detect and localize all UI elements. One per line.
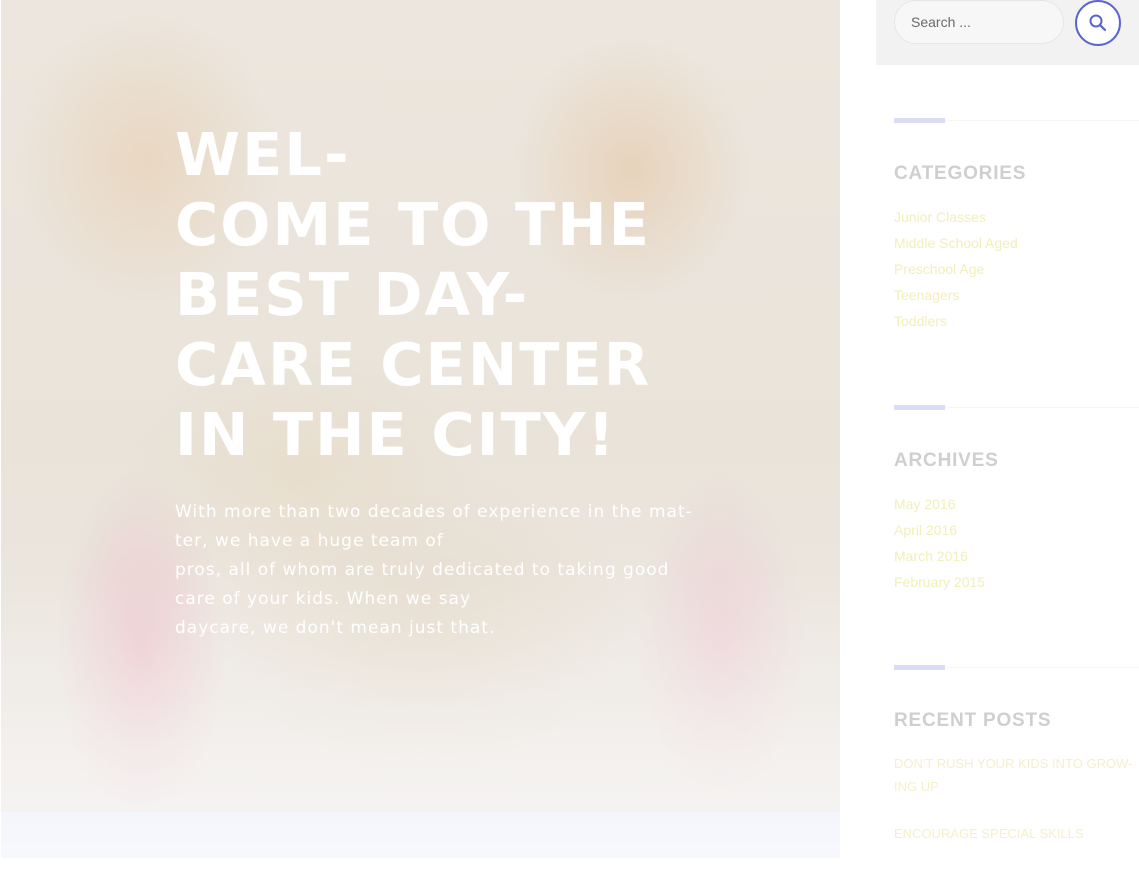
- hero-description: With more than two decades of experience…: [175, 498, 693, 643]
- archive-link[interactable]: May 2016: [894, 491, 1139, 517]
- content-bottom-band: [1, 812, 840, 858]
- search-icon: [1089, 14, 1107, 32]
- widget-divider: [945, 407, 1139, 408]
- hero-title: WEL- COME TO THE BEST DAY- CARE CENTER I…: [175, 120, 693, 470]
- categories-list: Junior Classes Middle School Aged Presch…: [894, 204, 1139, 334]
- recent-post-line: ING UP: [894, 779, 939, 794]
- search-input[interactable]: [894, 0, 1064, 44]
- recent-posts-list: DON'T RUSH YOUR KIDS INTO GROW- ING UP E…: [894, 752, 1139, 845]
- recent-posts-widget: RECENT POSTS DON'T RUSH YOUR KIDS INTO G…: [894, 665, 1139, 869]
- recent-post-link[interactable]: DON'T RUSH YOUR KIDS INTO GROW- ING UP: [894, 752, 1139, 798]
- archives-widget: ARCHIVES May 2016 April 2016 March 2016 …: [894, 405, 1139, 595]
- recent-posts-title: RECENT POSTS: [894, 710, 1052, 731]
- hero-title-line: IN THE CITY!: [175, 400, 617, 469]
- search-button[interactable]: [1075, 0, 1121, 46]
- category-link[interactable]: Teenagers: [894, 282, 1139, 308]
- category-link[interactable]: Junior Classes: [894, 204, 1139, 230]
- categories-widget: CATEGORIES Junior Classes Middle School …: [894, 118, 1139, 334]
- category-link[interactable]: Middle School Aged: [894, 230, 1139, 256]
- archives-list: May 2016 April 2016 March 2016 February …: [894, 491, 1139, 595]
- archive-link[interactable]: February 2015: [894, 569, 1139, 595]
- archive-link[interactable]: March 2016: [894, 543, 1139, 569]
- hero-banner: WEL- COME TO THE BEST DAY- CARE CENTER I…: [1, 0, 840, 812]
- widget-divider: [945, 120, 1139, 121]
- recent-post-line: DON'T RUSH YOUR KIDS INTO GROW-: [894, 756, 1133, 771]
- hero-title-line: CARE CENTER: [175, 330, 652, 399]
- widget-accent-bar: [894, 118, 945, 123]
- hero-text: WEL- COME TO THE BEST DAY- CARE CENTER I…: [175, 120, 693, 643]
- widget-accent-bar: [894, 665, 945, 670]
- hero-title-line: COME TO THE: [175, 190, 651, 259]
- widget-accent-bar: [894, 405, 945, 410]
- category-link[interactable]: Toddlers: [894, 308, 1139, 334]
- hero-description-line: pros, all of whom are truly dedicated to…: [175, 560, 670, 580]
- hero-description-line: With more than two decades of experience…: [175, 502, 693, 522]
- category-link[interactable]: Preschool Age: [894, 256, 1139, 282]
- archive-link[interactable]: April 2016: [894, 517, 1139, 543]
- categories-title: CATEGORIES: [894, 163, 1027, 184]
- hero-description-line: care of your kids. When we say: [175, 589, 472, 609]
- hero-title-line: WEL-: [175, 120, 351, 189]
- search-widget: [876, 0, 1139, 65]
- hero-description-line: ter, we have a huge team of: [175, 531, 444, 551]
- hero-title-line: BEST DAY-: [175, 260, 530, 329]
- recent-post-link[interactable]: ENCOURAGE SPECIAL SKILLS: [894, 822, 1139, 845]
- recent-post-line: ENCOURAGE SPECIAL SKILLS: [894, 826, 1084, 841]
- hero-description-line: daycare, we don't mean just that.: [175, 618, 496, 638]
- archives-title: ARCHIVES: [894, 450, 999, 471]
- widget-divider: [945, 667, 1139, 668]
